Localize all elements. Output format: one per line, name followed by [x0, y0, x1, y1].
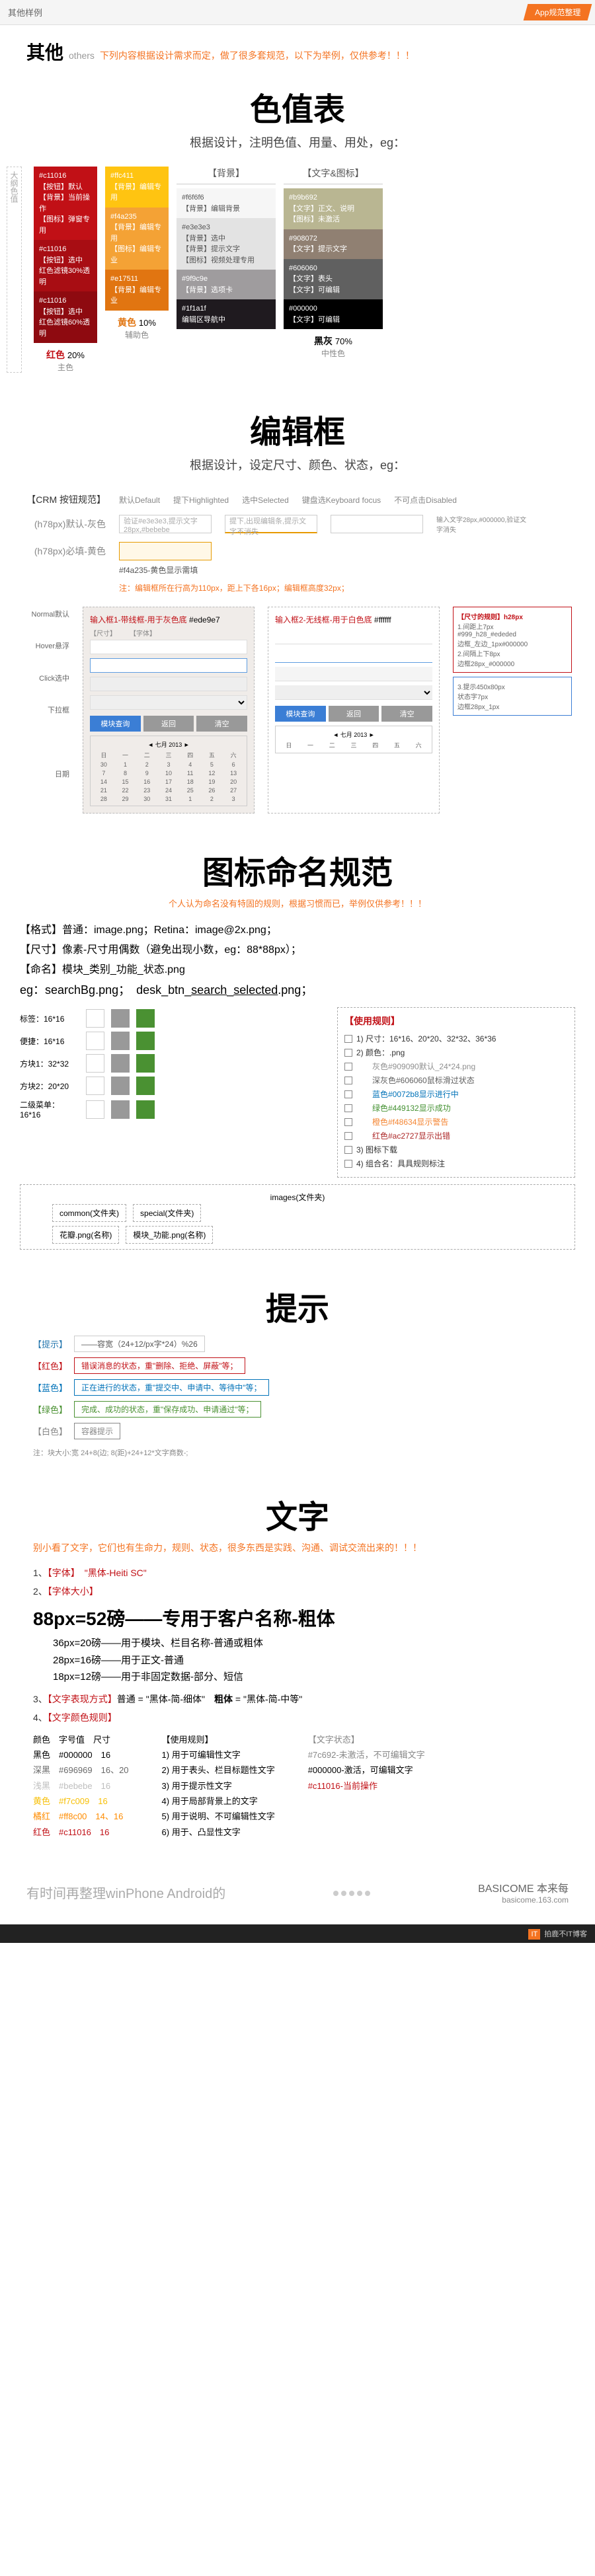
footer-dots: [332, 1885, 372, 1900]
icon-naming-section: 个人认为命名没有特固的规则，根据习惯而已，举例仅供参考！！！ 【格式】普通：im…: [0, 897, 595, 1269]
h1-color-table: 色值表: [0, 70, 595, 133]
btn-clear[interactable]: 清空: [196, 716, 247, 732]
footer-right: BASICOME 本来每 basicome.163.com: [478, 1879, 569, 1905]
page-header: 其他样例 App规范整理: [0, 0, 595, 25]
color-table: 大纲色值 #c11016【按钮】默认【背景】当前操作【图标】弹窗专用#c1101…: [0, 167, 595, 393]
bottom-bar: IT拍鹿不IT博客: [0, 1924, 595, 1943]
input-selected[interactable]: [331, 515, 423, 533]
input-highlighted[interactable]: 提下,出现编辑条,提示文字不消失: [225, 515, 317, 533]
btn-back[interactable]: 返回: [143, 716, 194, 732]
form-white: 输入框2-无线框-用于白色底 #ffffff 模块查询 返回 清空 ◄ 七月 2…: [268, 607, 440, 814]
form-select[interactable]: [90, 695, 247, 710]
icon-usage-rules: 【使用规则】 1) 尺寸：16*16、20*20、32*32、36*362) 颜…: [337, 1007, 575, 1178]
form-row-labels: Normal默认 Hover悬浮 Click选中 下拉框 日期: [23, 607, 69, 814]
icon-tree: images(文件夹) common(文件夹) special(文件夹) 花瓣.…: [20, 1184, 575, 1250]
header-badge: App规范整理: [523, 4, 592, 20]
footer-left: 有时间再整理winPhone Android的: [26, 1883, 225, 1902]
crm-label: 【CRM 按钮规范】: [13, 493, 106, 506]
naming-example: eg：searchBg.png； desk_btn_search_selecte…: [20, 978, 575, 1007]
page-footer: 有时间再整理winPhone Android的 BASICOME 本来每 bas…: [0, 1860, 595, 1924]
icon-size-list: 标签：16*16便捷：16*16方块1：32*32方块2：20*20二级菜单：1…: [20, 1007, 317, 1178]
h1-text: 文字: [0, 1478, 595, 1541]
text-section: 别小看了文字，它们也有生命力，规则、状态，很多东西是实践、沟通、调试交流出来的！…: [0, 1541, 595, 1860]
form2-input[interactable]: [275, 630, 432, 644]
color-side-label: 大纲色值: [7, 167, 22, 373]
btn-clear2[interactable]: 清空: [381, 706, 432, 722]
h1-editbox: 编辑框: [0, 393, 595, 456]
header-left: 其他样例: [0, 6, 42, 19]
btn-back2[interactable]: 返回: [329, 706, 379, 722]
calendar2[interactable]: ◄ 七月 2013 ► 日一二三四五六: [275, 726, 432, 753]
input-required[interactable]: [119, 542, 212, 560]
form-input-hover[interactable]: [90, 658, 247, 673]
color-col-bg: 【背景】 #f6f6f6【背景】编辑背景#e3e3e3【背景】选中【背景】提示文…: [177, 167, 276, 373]
h1-sub-color: 根据设计，注明色值、用量、用处，eg：: [0, 133, 595, 167]
tips-section: 【提示】——容宽（24+12/px字*24）%26【红色】错误消息的状态，重"删…: [0, 1333, 595, 1478]
input-default[interactable]: 验证#e3e3e3,提示文字28px,#bebebe: [119, 515, 212, 533]
form2-select[interactable]: [275, 685, 432, 700]
color-col-text: 【文字&图标】 #b9b692【文字】正文、说明【图标】未激活#908072【文…: [284, 167, 383, 373]
form-gray: 输入框1-带线框-用于灰色底 #ede9e7 【尺寸】【字体】 模块查询 返回 …: [83, 607, 255, 814]
color-col-red: #c11016【按钮】默认【背景】当前操作【图标】弹窗专用#c11016【按钮】…: [34, 167, 97, 373]
form2-input-hover[interactable]: [275, 648, 432, 663]
form-input[interactable]: [90, 640, 247, 654]
calendar[interactable]: ◄ 七月 2013 ► 日一二三四五六 30123456 78910111213…: [90, 736, 247, 806]
color-col-yellow: #ffc411【背景】编辑专用#f4a235【背景】编辑专用【图标】编辑专业#e…: [105, 167, 169, 373]
editbox-section: 【CRM 按钮规范】 默认Default 提下Highlighted 选中Sel…: [0, 489, 595, 833]
h1-tips: 提示: [0, 1269, 595, 1333]
text-big-size: 88px=52磅——专用于客户名称-粗体: [33, 1601, 562, 1635]
form-side-rules: 【尺寸的规则】h28px 1.间距上7px #999_h28_#ededed 边…: [453, 607, 572, 814]
form-input-click[interactable]: [90, 677, 247, 691]
editbox-note: 注：编辑框所在行高为110px，距上下各16px；编辑框高度32px；: [13, 576, 582, 607]
h1-icon-naming: 图标命名规范: [0, 833, 595, 897]
h1-sub-editbox: 根据设计，设定尺寸、颜色、状态，eg：: [0, 456, 595, 489]
text-color-table: 颜色 字号值 尺寸黑色 #000000 16深黑 #696969 16、20浅黑…: [33, 1727, 562, 1840]
form2-input-click[interactable]: [275, 667, 432, 681]
section-title-others: 其他 others 下列内容根据设计需求而定，做了很多套规范，以下为举例，仅供参…: [26, 25, 569, 70]
btn-query[interactable]: 模块查询: [90, 716, 141, 732]
btn-query2[interactable]: 模块查询: [275, 706, 326, 722]
